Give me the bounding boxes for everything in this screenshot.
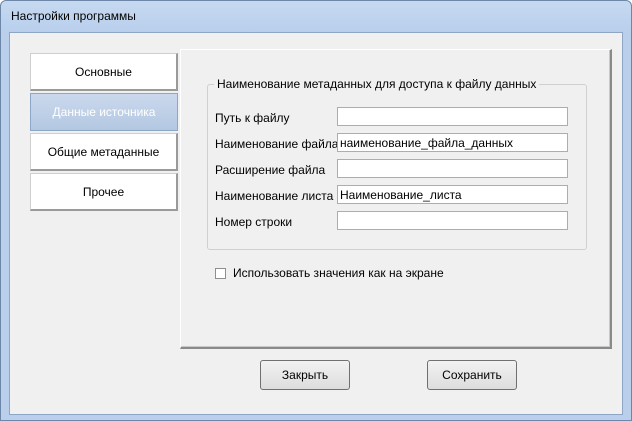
tab-label: Прочее	[82, 184, 125, 199]
tab-label: Основные	[75, 64, 132, 79]
row-number-input[interactable]	[337, 211, 568, 230]
tab-label: Общие метаданные	[47, 144, 160, 159]
settings-window: Настройки программы Основные Данные исто…	[0, 0, 632, 421]
tab-prochee[interactable]: Прочее	[30, 173, 178, 211]
file-path-input[interactable]	[337, 107, 568, 126]
file-name-label: Наименование файла	[215, 137, 339, 151]
row-number-label: Номер строки	[215, 215, 293, 229]
tab-dannye-istochnika[interactable]: Данные источника	[30, 93, 178, 131]
tab-label: Данные источника	[52, 105, 156, 119]
close-button[interactable]: Закрыть	[260, 360, 350, 390]
groupbox-title: Наименование метаданных для доступа к фа…	[214, 77, 540, 91]
file-extension-label: Расширение файла	[215, 163, 326, 177]
sheet-name-input[interactable]	[337, 185, 568, 204]
file-extension-input[interactable]	[337, 159, 568, 178]
tab-osnovnye[interactable]: Основные	[30, 53, 178, 91]
use-screen-values-checkbox[interactable]: Использовать значения как на экране	[215, 266, 444, 280]
file-name-input[interactable]	[337, 133, 568, 152]
checkbox-box[interactable]	[215, 267, 226, 279]
tab-obshchie-metadannye[interactable]: Общие метаданные	[30, 133, 178, 171]
title-bar[interactable]: Настройки программы	[1, 1, 631, 31]
save-button[interactable]: Сохранить	[427, 360, 517, 390]
window-title: Настройки программы	[11, 9, 136, 23]
file-path-label: Путь к файлу	[215, 111, 290, 125]
sheet-name-label: Наименование листа	[215, 189, 334, 203]
checkbox-label: Использовать значения как на экране	[233, 266, 444, 280]
tab-content-panel: Наименование метаданных для доступа к фа…	[180, 49, 612, 349]
client-area: Основные Данные источника Общие метаданн…	[9, 32, 623, 415]
